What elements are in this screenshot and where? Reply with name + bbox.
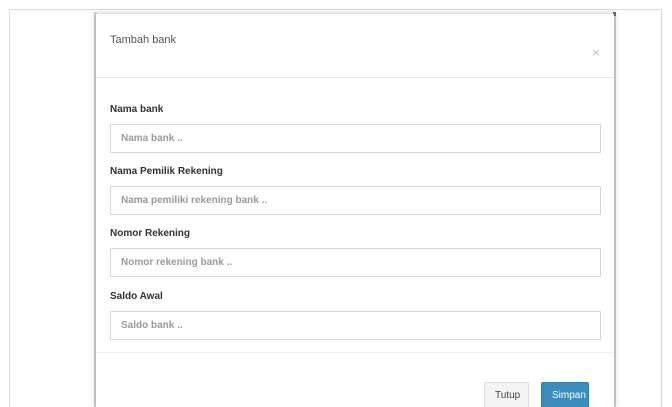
form-group-account-number: Nomor Rekening [110,228,601,277]
form-group-bank-name: Nama bank [110,104,601,153]
account-number-input[interactable] [110,248,601,277]
add-bank-modal: Tambah bank × Nama bank Nama Pemilik Rek… [96,14,614,407]
modal-body: Nama bank Nama Pemilik Rekening Nomor Re… [96,78,614,364]
save-button[interactable]: Simpan [541,382,589,407]
bank-name-label: Nama bank [110,104,164,115]
modal-header: Tambah bank × [96,14,614,78]
account-owner-label: Nama Pemilik Rekening [110,166,223,177]
account-owner-input[interactable] [110,186,601,215]
form-group-initial-balance: Saldo Awal [110,291,601,340]
initial-balance-input[interactable] [110,311,601,340]
modal-title: Tambah bank [110,34,177,46]
account-number-label: Nomor Rekening [110,228,191,239]
close-button[interactable]: Tutup [484,382,529,407]
close-icon[interactable]: × [590,47,602,59]
screen: Tambah bank × Nama bank Nama Pemilik Rek… [0,0,672,407]
modal-footer: Tutup Simpan [96,352,614,407]
initial-balance-label: Saldo Awal [110,291,163,302]
form-group-account-owner: Nama Pemilik Rekening [110,166,601,215]
bank-name-input[interactable] [110,124,601,153]
